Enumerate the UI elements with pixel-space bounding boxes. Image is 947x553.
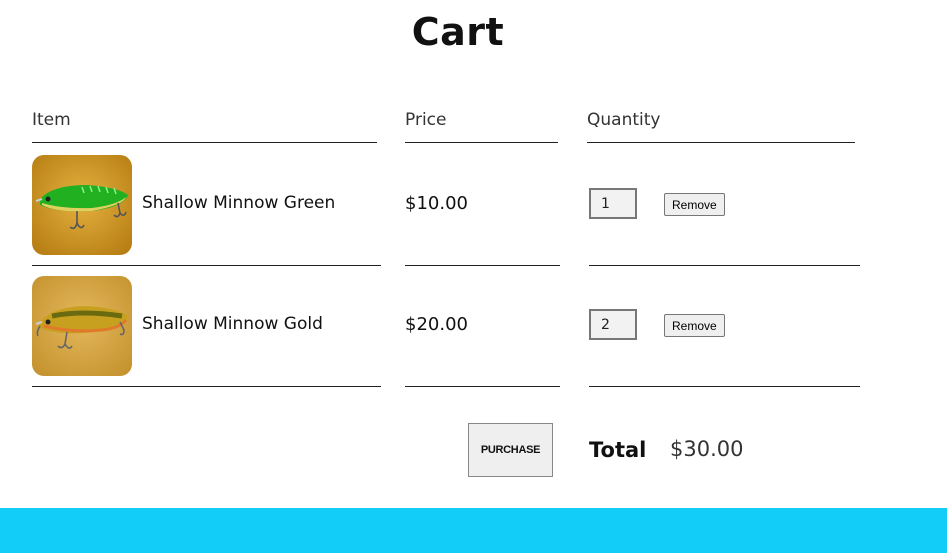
cart-page: Cart Item Price Quantity Shallow Minnow …: [0, 0, 947, 553]
remove-button[interactable]: Remove: [664, 193, 725, 216]
gold-minnow-lure-photo: [32, 276, 132, 376]
quantity-input[interactable]: [589, 309, 637, 340]
column-header-quantity: Quantity: [587, 110, 855, 143]
total-label: Total: [589, 438, 647, 462]
cart-row: Shallow Minnow Gold $20.00 Remove: [0, 276, 947, 376]
item-price: $20.00: [405, 314, 468, 335]
green-minnow-lure-photo: [32, 155, 132, 255]
column-header-item: Item: [32, 110, 377, 143]
total-value: $30.00: [670, 437, 744, 461]
cart-row: Shallow Minnow Green $10.00 Remove: [0, 155, 947, 255]
row-divider: [32, 386, 381, 387]
item-name: Shallow Minnow Gold: [142, 314, 323, 334]
footer-bar: [0, 508, 947, 553]
page-title: Cart: [411, 10, 505, 54]
row-divider: [589, 386, 860, 387]
item-price: $10.00: [405, 193, 468, 214]
quantity-input[interactable]: [589, 188, 637, 219]
row-divider: [32, 265, 381, 266]
column-header-price: Price: [405, 110, 558, 143]
row-divider: [589, 265, 860, 266]
row-divider: [405, 265, 560, 266]
row-divider: [405, 386, 560, 387]
purchase-button[interactable]: PURCHASE: [468, 423, 553, 477]
remove-button[interactable]: Remove: [664, 314, 725, 337]
item-name: Shallow Minnow Green: [142, 193, 336, 213]
